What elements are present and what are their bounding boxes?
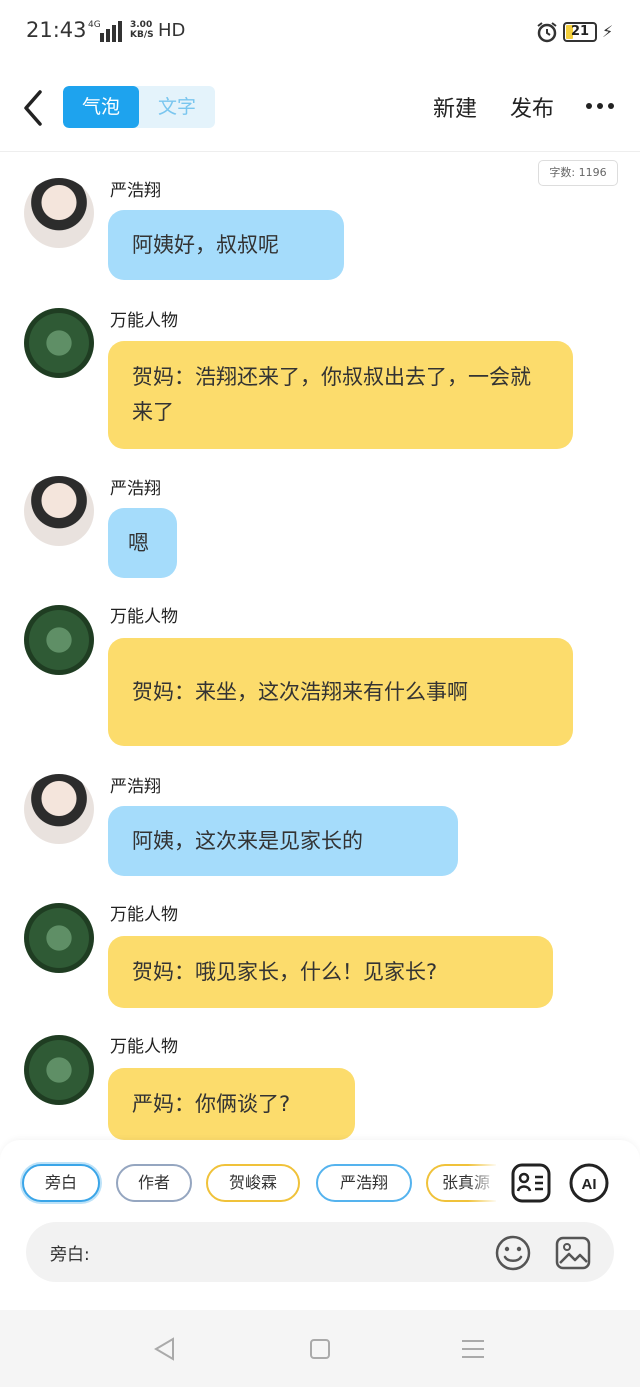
word-count-badge: 字数: 1196: [538, 160, 618, 186]
avatar[interactable]: [24, 308, 94, 378]
top-nav: 气泡 文字 新建 发布: [0, 64, 640, 152]
status-bar: 21:43 4G 3.00 KB/S HD 21 ⚡: [0, 0, 640, 64]
signal-icon: [100, 21, 122, 42]
message-bubble[interactable]: 贺妈：来坐，这次浩翔来有什么事啊: [108, 638, 573, 746]
more-dots-icon[interactable]: [584, 90, 616, 122]
avatar[interactable]: [24, 903, 94, 973]
svg-text:AI: AI: [582, 1176, 597, 1193]
avatar[interactable]: [24, 178, 94, 248]
back-triangle-icon[interactable]: [152, 1336, 178, 1362]
sender-name: 严浩翔: [110, 479, 161, 499]
new-button[interactable]: 新建: [433, 91, 477, 123]
tab-text[interactable]: 文字: [139, 86, 215, 128]
avatar[interactable]: [24, 605, 94, 675]
message-input[interactable]: 旁白:: [26, 1222, 614, 1282]
ai-icon[interactable]: AI: [568, 1162, 610, 1204]
network-speed: 3.00 KB/S: [130, 20, 154, 40]
emoji-icon[interactable]: [494, 1234, 532, 1272]
message-bubble[interactable]: 阿姨好，叔叔呢: [108, 210, 344, 280]
sender-name: 万能人物: [110, 607, 178, 627]
role-chip-author[interactable]: 作者: [116, 1164, 192, 1202]
battery-indicator: 21: [563, 22, 597, 42]
message-bubble[interactable]: 贺妈：浩翔还来了，你叔叔出去了，一会就来了: [108, 341, 573, 449]
avatar[interactable]: [24, 476, 94, 546]
message-bubble[interactable]: 严妈：你俩谈了?: [108, 1068, 355, 1140]
chat-editor-screen: 21:43 4G 3.00 KB/S HD 21 ⚡ 气泡 文字 新建 发布 字…: [0, 0, 640, 1387]
avatar[interactable]: [24, 774, 94, 844]
status-time: 21:43: [26, 18, 87, 42]
sender-name: 严浩翔: [110, 777, 161, 797]
chevron-left-icon[interactable]: [20, 88, 46, 128]
system-nav-bar: [0, 1310, 640, 1387]
display-mode-toggle: 气泡 文字: [63, 86, 215, 128]
tab-bubble[interactable]: 气泡: [63, 86, 139, 128]
charging-icon: ⚡: [602, 22, 614, 41]
sender-name: 严浩翔: [110, 181, 161, 201]
sender-name: 万能人物: [110, 311, 178, 331]
message-bubble[interactable]: 嗯: [108, 508, 177, 578]
alarm-icon: [537, 22, 557, 43]
input-speaker-label: 旁白:: [50, 1245, 90, 1265]
menu-lines-icon[interactable]: [460, 1336, 486, 1362]
home-square-icon[interactable]: [307, 1336, 333, 1362]
hd-indicator: HD: [158, 20, 186, 41]
chip-scroll-fade: [468, 1160, 498, 1206]
role-chip-narrator[interactable]: 旁白: [22, 1164, 100, 1202]
message-bubble[interactable]: 贺妈：哦见家长，什么！见家长?: [108, 936, 553, 1008]
image-icon[interactable]: [554, 1234, 592, 1272]
publish-button[interactable]: 发布: [510, 91, 554, 123]
sender-name: 万能人物: [110, 905, 178, 925]
role-card-icon[interactable]: [510, 1162, 552, 1204]
avatar[interactable]: [24, 1035, 94, 1105]
sender-name: 万能人物: [110, 1037, 178, 1057]
message-bubble[interactable]: 阿姨，这次来是见家长的: [108, 806, 458, 876]
battery-level: 21: [570, 24, 590, 39]
role-chip-he-junlin[interactable]: 贺峻霖: [206, 1164, 300, 1202]
role-chip-yan-haoxiang[interactable]: 严浩翔: [316, 1164, 412, 1202]
